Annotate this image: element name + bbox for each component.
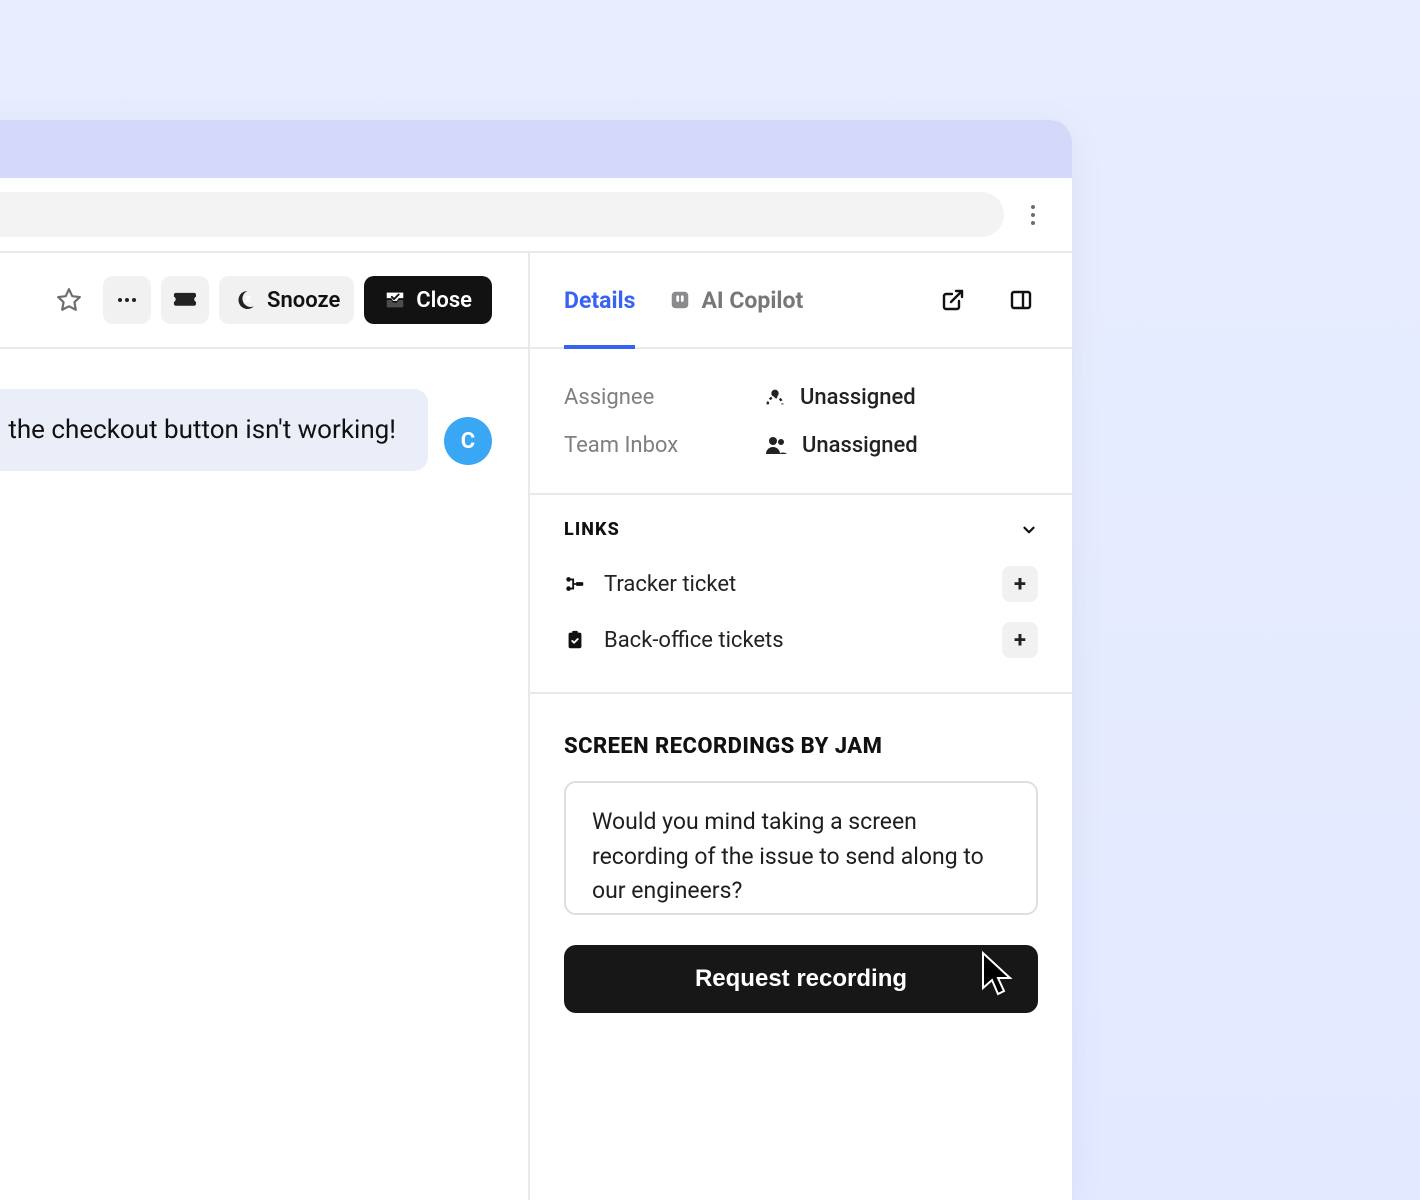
team-inbox-value: Unassigned — [802, 433, 918, 458]
browser-toolbar — [0, 178, 1072, 251]
link-tracker-ticket-label: Tracker ticket — [604, 572, 984, 597]
star-button[interactable] — [45, 276, 93, 324]
message-row: the checkout button isn't working! C — [0, 389, 492, 471]
links-section: LINKS Tracker ticket + Back-office ticke… — [530, 495, 1072, 694]
links-section-title: LINKS — [564, 519, 620, 540]
clipboard-check-icon — [564, 629, 586, 651]
tab-details[interactable]: Details — [564, 253, 635, 347]
add-backoffice-ticket-button[interactable]: + — [1002, 622, 1038, 658]
star-icon — [56, 287, 82, 313]
tab-ai-copilot-label: AI Copilot — [701, 287, 803, 314]
url-bar[interactable] — [0, 192, 1004, 237]
app-window: Snooze Close the checkout button isn't w… — [0, 120, 1072, 1200]
nodes-icon — [564, 573, 586, 595]
copilot-icon — [669, 289, 691, 311]
open-external-button[interactable] — [936, 283, 970, 317]
dots-horizontal-icon — [115, 288, 139, 312]
add-tracker-ticket-button[interactable]: + — [1002, 566, 1038, 602]
avatar: C — [444, 417, 492, 465]
tab-details-label: Details — [564, 287, 635, 314]
request-recording-button[interactable]: Request recording — [564, 945, 1038, 1013]
browser-tab-strip — [0, 120, 1072, 178]
link-backoffice-tickets[interactable]: Back-office tickets + — [564, 612, 1038, 668]
toggle-panel-button[interactable] — [1004, 283, 1038, 317]
snooze-button[interactable]: Snooze — [219, 276, 354, 324]
assignee-row[interactable]: Assignee Unassigned — [564, 373, 1038, 421]
panel-right-icon — [1009, 288, 1033, 312]
link-backoffice-tickets-label: Back-office tickets — [604, 628, 984, 653]
external-link-icon — [941, 288, 965, 312]
message-list: the checkout button isn't working! C — [0, 349, 528, 511]
ticket-icon — [173, 291, 197, 309]
conversation-pane: Snooze Close the checkout button isn't w… — [0, 253, 530, 1200]
team-inbox-label: Team Inbox — [564, 433, 764, 458]
inbox-check-icon — [384, 289, 406, 311]
moon-z-icon — [233, 288, 257, 312]
assignee-label: Assignee — [564, 385, 764, 410]
conversation-toolbar: Snooze Close — [0, 253, 528, 349]
tab-ai-copilot[interactable]: AI Copilot — [669, 253, 803, 347]
close-button[interactable]: Close — [364, 276, 492, 324]
screen-recordings-section: SCREEN RECORDINGS BY JAM Request recordi… — [530, 694, 1072, 1053]
users-icon — [764, 434, 788, 456]
message-bubble: the checkout button isn't working! — [0, 389, 428, 471]
chevron-down-icon[interactable] — [1020, 521, 1038, 539]
ticket-button[interactable] — [161, 276, 209, 324]
snooze-button-label: Snooze — [267, 288, 340, 313]
assignee-value: Unassigned — [800, 385, 916, 410]
assignment-section: Assignee Unassigned Team Inbox Unassigne… — [530, 349, 1072, 495]
team-inbox-row[interactable]: Team Inbox Unassigned — [564, 421, 1038, 469]
screen-recordings-title: SCREEN RECORDINGS BY JAM — [564, 734, 1038, 759]
more-button[interactable] — [103, 276, 151, 324]
details-pane: Details AI Copilot Assignee — [530, 253, 1072, 1200]
link-tracker-ticket[interactable]: Tracker ticket + — [564, 556, 1038, 612]
user-dashed-icon — [764, 386, 786, 408]
overflow-menu-icon[interactable] — [1022, 204, 1044, 226]
details-tabs: Details AI Copilot — [530, 253, 1072, 349]
content-area: Snooze Close the checkout button isn't w… — [0, 251, 1072, 1200]
recording-message-textarea[interactable] — [564, 781, 1038, 915]
close-button-label: Close — [416, 288, 472, 313]
